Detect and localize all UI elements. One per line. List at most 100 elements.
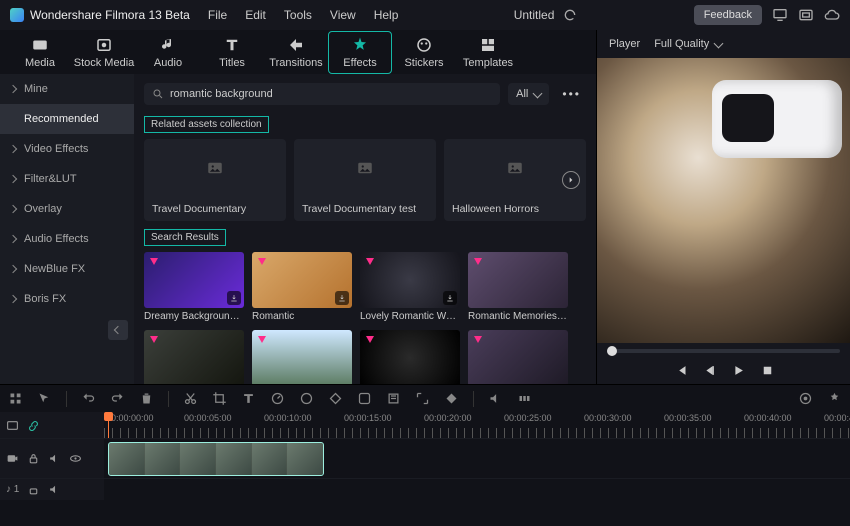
collection-card[interactable]: Travel Documentary test [294,139,436,221]
sidebar-item-audio-effects[interactable]: Audio Effects [0,224,134,254]
tab-titles[interactable]: Titles [200,32,264,73]
menu-tools[interactable]: Tools [284,8,312,22]
crop-icon[interactable] [212,391,227,406]
select-tool-icon[interactable] [8,391,23,406]
player-header: Player Full Quality [597,30,850,58]
undo-icon[interactable] [81,391,96,406]
mark-icon[interactable] [386,391,401,406]
app-title: Wondershare Filmora 13 Beta [30,8,190,22]
text-icon[interactable] [241,391,256,406]
delete-icon[interactable] [139,391,154,406]
menu-view[interactable]: View [330,8,356,22]
cut-icon[interactable] [183,391,198,406]
timecode: 00:00:10:00 [264,413,312,423]
pointer-tool-icon[interactable] [37,391,52,406]
result-card[interactable]: Romantic [252,252,352,322]
keyframe-icon[interactable] [328,391,343,406]
feedback-button[interactable]: Feedback [694,5,762,25]
tab-transitions[interactable]: Transitions [264,32,328,73]
search-box[interactable] [144,83,500,105]
stop-button[interactable] [760,363,775,378]
tab-media[interactable]: Media [8,32,72,73]
download-icon[interactable] [335,291,349,305]
video-track-icon[interactable] [6,452,19,465]
download-icon[interactable] [443,291,457,305]
result-card[interactable] [144,330,244,384]
collection-card[interactable]: Travel Documentary [144,139,286,221]
download-icon[interactable] [227,291,241,305]
chevron-right-icon [9,235,17,243]
color-icon[interactable] [299,391,314,406]
mixer-icon[interactable] [798,391,813,406]
search-input[interactable] [170,88,492,100]
player-tab[interactable]: Player [609,38,640,50]
track-tool-icon[interactable] [444,391,459,406]
tab-stickers[interactable]: Stickers [392,32,456,73]
image-icon [503,159,527,177]
sidebar-collapse-button[interactable] [108,320,128,340]
mute-icon[interactable] [48,483,61,496]
tab-audio[interactable]: Audio [136,32,200,73]
scrubber-handle[interactable] [607,346,617,356]
result-card[interactable] [252,330,352,384]
timecode: 00:00:35:00 [664,413,712,423]
time-ruler[interactable]: 00:00:00:00 00:00:05:00 00:00:10:00 00:0… [104,412,850,438]
app-logo: Wondershare Filmora 13 Beta [10,8,190,22]
result-card[interactable]: Lovely Romantic Wed... [360,252,460,322]
sidebar-item-recommended[interactable]: Recommended [0,104,134,134]
snapshot-icon[interactable] [798,7,814,23]
asset-tabs: Media Stock Media Audio Titles Transitio… [0,30,596,74]
link-icon[interactable] [27,419,40,432]
collections-header: Related assets collection [144,116,269,133]
render-icon[interactable] [517,391,532,406]
lock-icon[interactable] [27,483,40,496]
preview-viewer[interactable] [597,58,850,343]
menu-help[interactable]: Help [374,8,399,22]
sync-icon[interactable] [562,7,578,23]
result-card[interactable]: Romantic Memories O... [468,252,568,322]
gem-icon [256,255,268,267]
step-back-button[interactable] [702,363,717,378]
video-track[interactable] [104,439,850,478]
timeline-menu-icon[interactable] [6,419,19,432]
mask-icon[interactable] [357,391,372,406]
play-button[interactable] [731,363,746,378]
lock-icon[interactable] [27,452,40,465]
video-clip[interactable] [108,442,324,476]
next-collection-button[interactable] [562,171,580,189]
menu-edit[interactable]: Edit [245,8,266,22]
audio-track[interactable] [104,479,850,500]
result-card[interactable]: Dreamy Background V... [144,252,244,322]
tab-templates[interactable]: Templates [456,32,520,73]
filter-dropdown[interactable]: All [508,83,549,105]
quality-dropdown[interactable]: Full Quality [654,38,722,50]
more-button[interactable]: ••• [557,82,586,106]
sidebar-item-filter-lut[interactable]: Filter&LUT [0,164,134,194]
monitor-icon[interactable] [772,7,788,23]
audio-tool-icon[interactable] [488,391,503,406]
visibility-icon[interactable] [69,452,82,465]
sidebar-item-boris[interactable]: Boris FX [0,284,134,314]
result-card[interactable] [468,330,568,384]
playhead[interactable] [108,412,109,438]
scrubber[interactable] [607,349,840,353]
prev-frame-button[interactable] [673,363,688,378]
sidebar-item-video-effects[interactable]: Video Effects [0,134,134,164]
expand-icon[interactable] [415,391,430,406]
tab-effects[interactable]: Effects [328,31,392,74]
gem-icon [148,255,160,267]
sidebar-item-newblue[interactable]: NewBlue FX [0,254,134,284]
sidebar-item-overlay[interactable]: Overlay [0,194,134,224]
chevron-right-icon [9,175,17,183]
menu-file[interactable]: File [208,8,227,22]
speed-icon[interactable] [270,391,285,406]
mute-icon[interactable] [48,452,61,465]
collection-card[interactable]: Halloween Horrors [444,139,586,221]
redo-icon[interactable] [110,391,125,406]
tab-stock-media[interactable]: Stock Media [72,32,136,73]
result-card[interactable] [360,330,460,384]
search-icon [152,88,164,100]
sidebar-item-mine[interactable]: Mine [0,74,134,104]
cloud-icon[interactable] [824,7,840,23]
settings-icon[interactable] [827,391,842,406]
